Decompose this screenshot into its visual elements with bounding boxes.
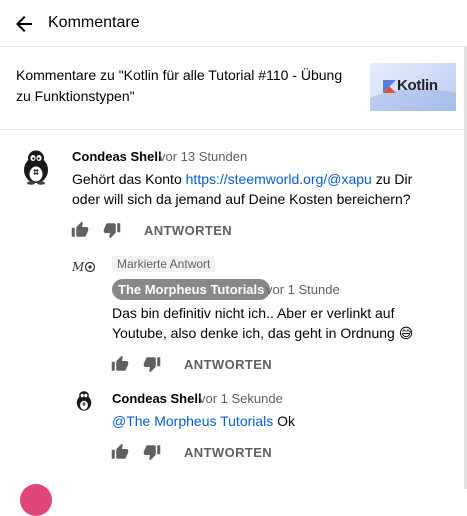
comment-text-end: Ok xyxy=(273,413,296,429)
comment-link[interactable]: https://steemworld.org/@xapu xyxy=(186,171,372,187)
pinned-reply-label: Markierte Antwort xyxy=(112,256,216,272)
thumbnail-title: Kotlin xyxy=(397,77,438,94)
kotlin-logo-icon xyxy=(383,80,396,93)
comment-author[interactable]: Condeas Shell xyxy=(72,149,162,164)
comment-timestamp[interactable]: vor 1 Sekunde xyxy=(199,391,283,406)
comment-timestamp[interactable]: vor 1 Stunde xyxy=(266,282,340,297)
dislike-icon[interactable] xyxy=(143,355,161,373)
reply-button[interactable]: ANTWORTEN xyxy=(144,223,232,238)
mention-link[interactable]: @The Morpheus Tutorials xyxy=(112,413,273,429)
avatar[interactable] xyxy=(16,147,56,187)
like-icon[interactable] xyxy=(71,221,89,239)
app-header: Kommentare xyxy=(0,0,467,47)
avatar[interactable]: M xyxy=(72,255,96,279)
comment-timestamp[interactable]: vor 13 Stunden xyxy=(159,149,247,164)
like-icon[interactable] xyxy=(111,355,129,373)
page-title: Kommentare xyxy=(48,14,140,31)
avatar[interactable] xyxy=(72,389,96,413)
author-badge[interactable]: The Morpheus Tutorials xyxy=(112,279,271,300)
back-arrow-icon[interactable] xyxy=(12,12,36,36)
penguin-avatar-icon xyxy=(16,147,56,187)
comment-text-start: Gehört das Konto xyxy=(72,171,186,187)
video-thumbnail[interactable]: Kotlin xyxy=(370,63,456,111)
reply-button[interactable]: ANTWORTEN xyxy=(184,357,272,372)
video-context: Kommentare zu "Kotlin für alle Tutorial … xyxy=(0,48,467,130)
comment-text: @The Morpheus Tutorials Ok xyxy=(112,411,412,431)
comment-author[interactable]: Condeas Shell xyxy=(112,391,202,406)
comment-text: Gehört das Konto https://steemworld.org/… xyxy=(72,169,422,209)
dislike-icon[interactable] xyxy=(143,443,161,461)
reply-button[interactable]: ANTWORTEN xyxy=(184,445,272,460)
comment-text: Das bin definitiv nicht ich.. Aber er ve… xyxy=(112,305,414,341)
dislike-icon[interactable] xyxy=(103,221,121,239)
morpheus-logo-icon: M xyxy=(72,260,96,274)
svg-text:M: M xyxy=(72,260,85,274)
video-context-text: Kommentare zu "Kotlin für alle Tutorial … xyxy=(16,67,343,104)
like-icon[interactable] xyxy=(111,443,129,461)
penguin-avatar-icon xyxy=(72,389,96,413)
